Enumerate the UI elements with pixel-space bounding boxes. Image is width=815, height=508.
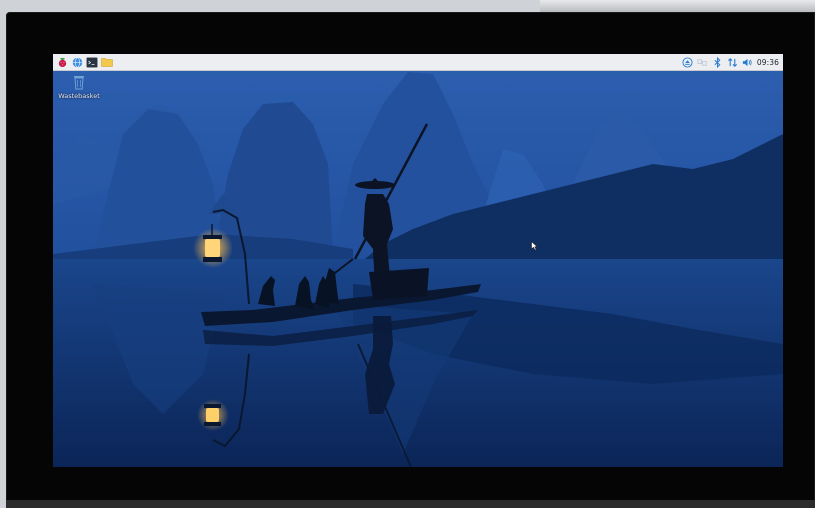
vnc-icon[interactable] [697, 57, 708, 68]
clock[interactable]: 09:36 [757, 58, 779, 67]
taskbar: 09:36 [53, 54, 783, 71]
desktop-wallpaper [53, 54, 783, 467]
desktop-screen: 09:36 Wastebasket [53, 54, 783, 467]
raspberry-icon[interactable] [56, 56, 68, 68]
network-arrows-icon[interactable] [727, 57, 738, 68]
system-tray: 09:36 [682, 56, 783, 68]
folder-icon[interactable] [101, 56, 113, 68]
globe-icon[interactable] [71, 56, 83, 68]
bluetooth-icon[interactable] [712, 56, 723, 68]
desktop-icon-label: Wastebasket [58, 92, 100, 100]
mouse-cursor-icon [531, 241, 538, 251]
device-frame-top [540, 0, 815, 12]
volume-icon[interactable] [742, 57, 753, 68]
display-bottom-edge [6, 500, 815, 508]
trash-icon [74, 76, 84, 90]
launcher-group [53, 56, 113, 68]
eject-icon[interactable] [682, 56, 693, 68]
terminal-icon[interactable] [86, 56, 98, 68]
desktop-icon-wastebasket[interactable]: Wastebasket [57, 74, 101, 100]
